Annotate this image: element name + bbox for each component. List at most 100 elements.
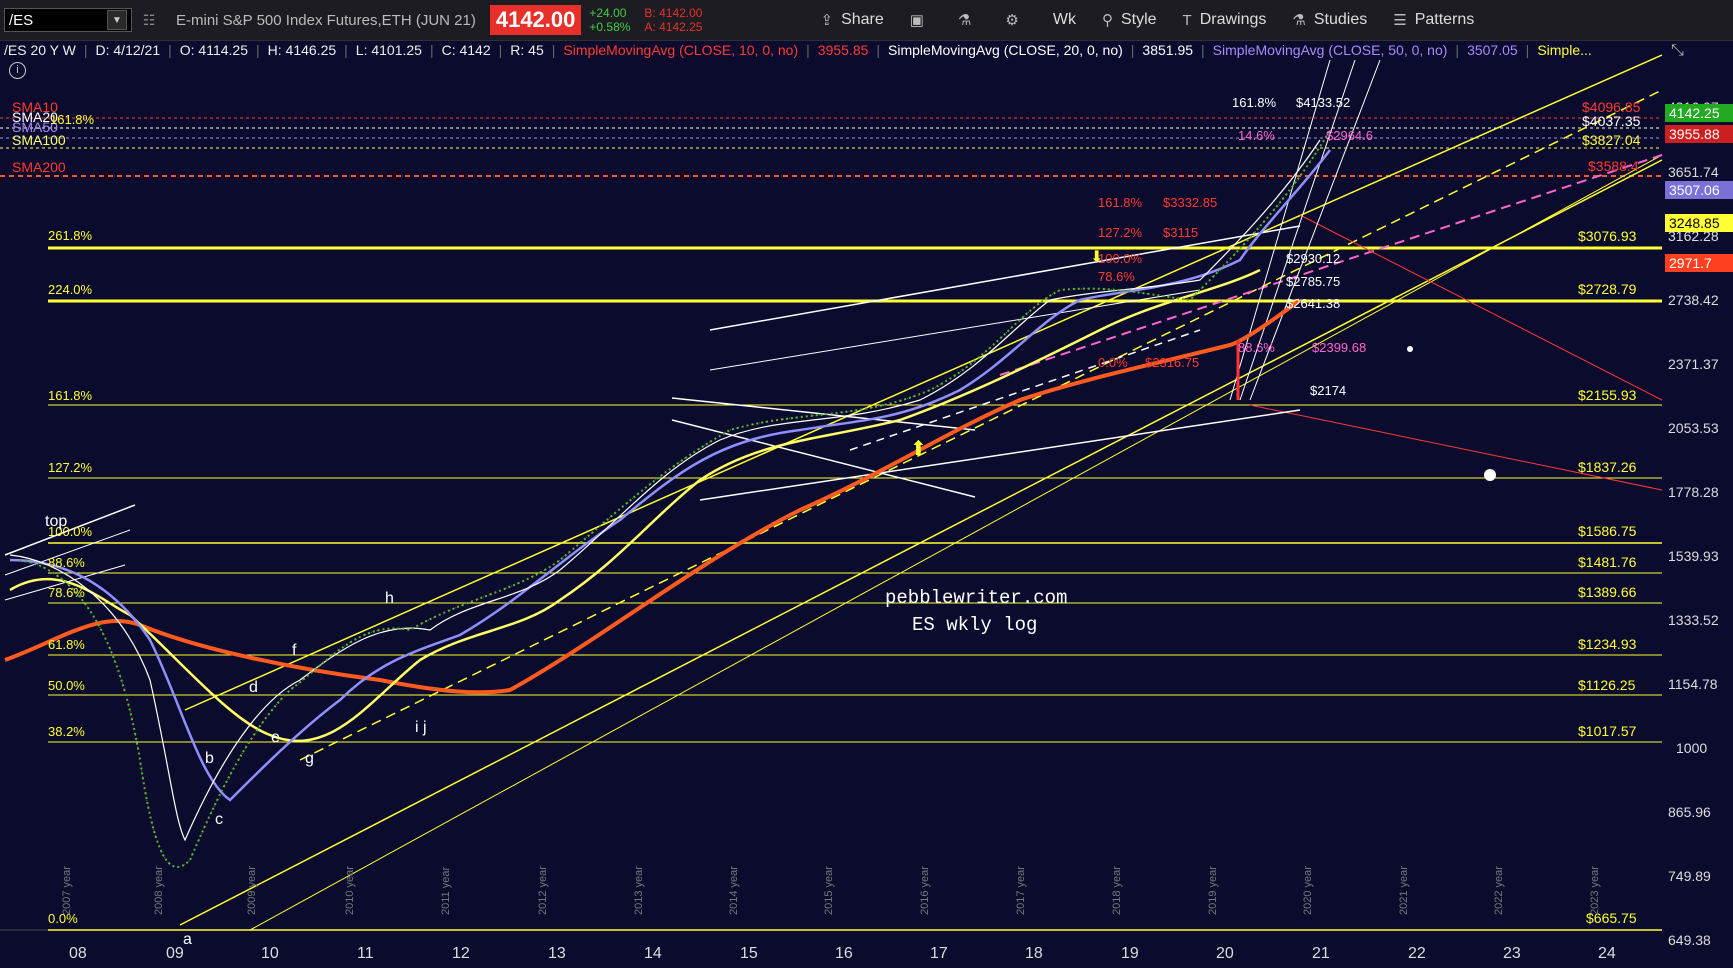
white-line-4[interactable] (671, 419, 976, 498)
fib-price-label-12: $1126.25 (1578, 677, 1636, 693)
year-label-0: 2007 year (61, 866, 73, 915)
cluster-label-3: $3115 (1163, 225, 1198, 240)
cluster-label-8: $2930.12 (1286, 251, 1340, 266)
x-label-10: 18 (1025, 945, 1043, 962)
white-line-5[interactable] (699, 409, 1301, 501)
fib-price-label-7: $1837.26 (1578, 459, 1637, 475)
channel-mid-dashed[interactable] (299, 89, 1663, 761)
channel-lines (179, 54, 1663, 931)
projection-marker-small[interactable] (1407, 346, 1413, 352)
year-label-8: 2015 year (823, 866, 835, 915)
x-label-1: 09 (166, 945, 184, 962)
wave-label-7: g (305, 750, 314, 767)
price-axis-label-10: 1000 (1676, 740, 1707, 756)
x-label-14: 22 (1408, 945, 1426, 962)
x-label-7: 15 (740, 945, 758, 962)
year-labels: 2007 year 2008 year 2009 year 2010 year … (61, 866, 1601, 915)
wave-label-9: i j (415, 719, 427, 736)
watermark-line-2: ES wkly log (912, 614, 1037, 636)
sma20-line[interactable] (9, 139, 1321, 842)
price-axis-label-11: 865.96 (1668, 804, 1711, 820)
fib-price-label-2: $3827.04 (1582, 132, 1641, 148)
cluster-label-14: 14.6% (1238, 128, 1275, 143)
price-axis-label-9: 1154.78 (1668, 676, 1718, 692)
white-trend-lines (4, 59, 1381, 601)
sma100-line[interactable] (9, 268, 1261, 742)
x-label-13: 21 (1312, 945, 1330, 962)
price-badge-1: 3955.88 (1669, 126, 1720, 142)
sma-labels: SMA10 SMA20 SMA50 SMA100 SMA200 (12, 99, 66, 175)
left-fib-label-9: 38.2% (48, 724, 85, 739)
white-dashed[interactable] (849, 329, 1201, 451)
fib-price-label-3: $3588.4 (1588, 158, 1639, 174)
cluster-label-15: $2964.6 (1326, 128, 1373, 143)
cluster-label-13: 88.6% (1238, 340, 1275, 355)
price-candles-down[interactable] (19, 129, 1331, 868)
x-label-9: 17 (930, 945, 948, 962)
price-axis-label-7: 1539.93 (1668, 548, 1719, 564)
wave-labels: top a b c d e f g h i j (45, 513, 427, 948)
price-axis-label-6: 1778.28 (1668, 484, 1719, 500)
left-fib-label-8: 50.0% (48, 678, 85, 693)
year-label-7: 2014 year (728, 866, 740, 915)
white-line-1[interactable] (709, 225, 1301, 331)
x-label-8: 16 (835, 945, 853, 962)
cluster-label-7: $2316.75 (1145, 355, 1199, 370)
x-label-2: 10 (261, 945, 279, 962)
year-label-14: 2021 year (1398, 866, 1410, 915)
wave-label-3: c (215, 811, 223, 828)
fib-price-label-8: $1586.75 (1578, 523, 1637, 539)
year-label-6: 2013 year (633, 866, 645, 915)
year-label-10: 2017 year (1015, 866, 1027, 915)
watermark: pebblewriter.com ES wkly log (885, 587, 1067, 636)
cluster-label-16: 161.8% (1232, 95, 1277, 110)
cluster-label-2: 127.2% (1098, 225, 1143, 240)
cluster-label-1: $3332.85 (1163, 195, 1217, 210)
fib-price-label-11: $1234.93 (1578, 636, 1637, 652)
price-badge-2: 3507.06 (1669, 182, 1720, 198)
x-label-0: 08 (69, 945, 87, 962)
year-label-3: 2010 year (344, 866, 356, 915)
fib-price-label-5: $2728.79 (1578, 281, 1637, 297)
cluster-label-10: $2641.38 (1286, 296, 1340, 311)
fib-price-label-4: $3076.93 (1578, 228, 1637, 244)
price-chart[interactable]: ⬆ ⬇ SMA10 SMA20 SMA50 SMA100 SMA200 261.… (0, 0, 1733, 968)
year-label-16: 2023 year (1589, 866, 1601, 915)
left-fib-label-6: 78.6% (48, 585, 85, 600)
wave-label-0: top (45, 513, 67, 530)
wave-label-4: d (249, 679, 258, 696)
sma-label-4: SMA200 (12, 159, 66, 175)
x-label-4: 12 (452, 945, 470, 962)
cluster-label-9: $2785.75 (1286, 274, 1340, 289)
up-arrow-icon: ⬆ (910, 438, 927, 460)
price-axis-label-8: 1333.52 (1668, 612, 1719, 628)
cluster-label-4: 100.0% (1098, 251, 1143, 266)
red-line-2[interactable] (1249, 404, 1663, 491)
year-label-12: 2019 year (1207, 866, 1219, 915)
wave-label-6: f (292, 642, 297, 659)
fib-price-labels: $4096.85 $4037.35 $3827.04 $3588.4 $3076… (1578, 99, 1641, 926)
channel-upper[interactable] (184, 54, 1663, 711)
projection-marker[interactable] (1484, 469, 1496, 481)
left-fib-label-1: 224.0% (48, 282, 93, 297)
sma-label-3: SMA100 (12, 132, 66, 148)
cluster-label-0: 161.8% (1098, 195, 1143, 210)
price-badge-4: 2971.7 (1669, 255, 1712, 271)
price-axis-label-12: 749.89 (1668, 868, 1711, 884)
year-label-9: 2016 year (919, 866, 931, 915)
x-label-3: 11 (357, 945, 374, 962)
wave-label-2: b (205, 750, 214, 767)
x-label-5: 13 (548, 945, 566, 962)
cluster-label-5: 78.6% (1098, 269, 1135, 284)
x-axis-labels: 08 09 10 11 12 13 14 15 16 17 18 19 20 2… (69, 945, 1616, 962)
price-candles[interactable] (19, 129, 1331, 868)
price-axis-label-13: 649.38 (1668, 932, 1711, 948)
sma-level-lines (0, 117, 1662, 177)
fib-price-label-6: $2155.93 (1578, 387, 1637, 403)
year-label-11: 2018 year (1111, 866, 1123, 915)
wave-label-1: a (183, 931, 192, 948)
x-label-12: 20 (1216, 945, 1234, 962)
price-axis-label-3: 2738.42 (1668, 292, 1719, 308)
left-fib-label-11: 161.8% (50, 112, 95, 127)
fib-levels (48, 246, 1662, 931)
